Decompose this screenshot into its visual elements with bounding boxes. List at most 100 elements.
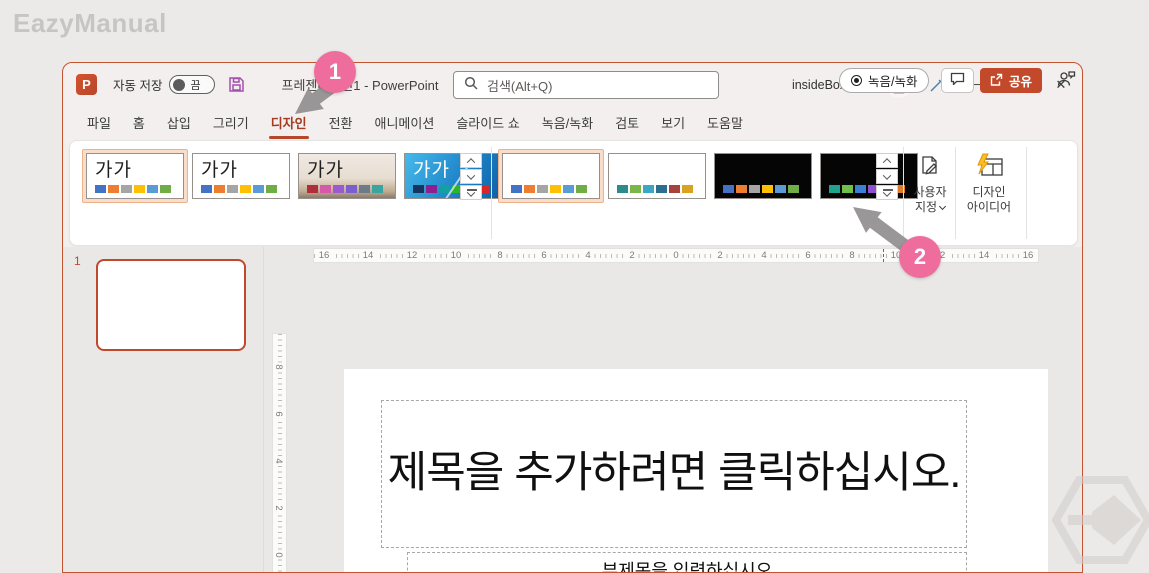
document-title: 프레젠테이션1 - PowerPoint (281, 78, 439, 93)
comment-icon (950, 72, 965, 90)
h-ruler-number: 6 (802, 250, 814, 261)
toggle-knob (173, 78, 186, 91)
share-button[interactable]: 공유 (980, 68, 1043, 93)
v-ruler-number: 0 (273, 550, 285, 560)
h-ruler-number: 12 (403, 250, 421, 261)
record-button-label: 녹음/녹화 (868, 75, 918, 89)
tab-파일[interactable]: 파일 (76, 106, 122, 141)
theme-thumbnail-label: 가가 (413, 160, 450, 181)
tab-홈[interactable]: 홈 (122, 106, 156, 141)
customize-button[interactable]: 사용자 지정 (906, 155, 954, 215)
tab-애니메이션[interactable]: 애니메이션 (364, 106, 446, 141)
variants-more-button[interactable] (876, 185, 898, 200)
customize-label-2: 지정 (914, 200, 938, 214)
theme-thumbnail-4[interactable]: 가가 (404, 153, 502, 199)
comments-button[interactable] (941, 68, 974, 93)
tab-삽입[interactable]: 삽입 (156, 106, 202, 141)
theme-color-swatches (617, 185, 693, 193)
variant-thumbnail-3[interactable] (714, 153, 812, 199)
titlebar: P 자동 저장 끔 프레젠테이션1 - PowerPoint 검색(Alt+Q)… (63, 63, 1082, 106)
autosave-control: 자동 저장 끔 (113, 75, 216, 94)
h-ruler-number: 2 (626, 250, 638, 261)
variants-scroll-up[interactable] (876, 153, 898, 168)
share-button-label: 공유 (1009, 75, 1033, 89)
subtitle-placeholder-text: 부제목을 입력하십시오 (601, 561, 773, 573)
variant-thumbnail-1[interactable] (502, 153, 600, 199)
theme-thumbnail-1[interactable]: 가가 (86, 153, 184, 199)
h-ruler-number: 4 (758, 250, 770, 261)
h-ruler-number: 16 (315, 250, 333, 261)
record-dot-icon (851, 75, 862, 86)
slide-canvas[interactable]: 제목을 추가하려면 클릭하십시오. 부제목을 입력하십시오 (344, 369, 1048, 573)
design-ideas-label-1: 디자인 (972, 185, 1006, 199)
save-icon[interactable] (228, 76, 245, 93)
search-icon (464, 76, 478, 95)
v-ruler-number: 8 (273, 362, 285, 372)
design-ribbon: 가가가가가가가가 테마 적용 (69, 140, 1078, 310)
powerpoint-window: P 자동 저장 끔 프레젠테이션1 - PowerPoint 검색(Alt+Q)… (62, 62, 1083, 573)
h-ruler-number: 4 (582, 250, 594, 261)
themes-scroll-down[interactable] (460, 169, 482, 184)
tab-그리기[interactable]: 그리기 (202, 106, 260, 141)
themes-scroll-up[interactable] (460, 153, 482, 168)
h-ruler-number: 10 (447, 250, 465, 261)
chevron-down-icon (939, 202, 947, 211)
theme-thumbnail-label: 가가 (201, 160, 238, 181)
horizontal-ruler: 16 14 12 10 8 6 4 2 0 2 4 6 8 10 12 14 16 (313, 248, 1039, 263)
present-to-people-button[interactable] (1051, 68, 1081, 93)
theme-thumbnail-3[interactable]: 가가 (298, 153, 396, 199)
search-placeholder: 검색(Alt+Q) (487, 78, 553, 94)
theme-thumbnail-label: 가가 (307, 160, 344, 181)
h-ruler-number: 8 (494, 250, 506, 261)
h-ruler-number: 6 (538, 250, 550, 261)
design-ideas-label-2: 아이디어 (966, 200, 1012, 214)
record-button[interactable]: 녹음/녹화 (839, 68, 930, 93)
autosave-label: 자동 저장 (113, 79, 163, 93)
subtitle-placeholder[interactable]: 부제목을 입력하십시오 (407, 552, 967, 573)
vertical-ruler: 8 6 4 2 0 (272, 333, 287, 572)
powerpoint-icon[interactable]: P (76, 74, 97, 95)
variant-thumbnail-2[interactable] (608, 153, 706, 199)
tab-슬라이드 쇼[interactable]: 슬라이드 쇼 (445, 106, 530, 141)
design-ideas-button[interactable]: 디자인 아이디어 (958, 153, 1020, 215)
themes-scroll (460, 153, 482, 201)
h-ruler-number: 16 (1019, 250, 1037, 261)
autosave-toggle[interactable]: 끔 (169, 75, 216, 94)
tab-전환[interactable]: 전환 (318, 106, 364, 141)
theme-thumbnail-label: 가가 (95, 160, 132, 181)
tab-디자인[interactable]: 디자인 (260, 106, 318, 141)
h-ruler-number: 14 (975, 250, 993, 261)
main-area: 1 16 14 12 10 8 6 4 2 0 2 4 6 8 10 12 14 16 8 6 4 2 0 제목을 추가… (63, 247, 1082, 572)
lightning-layout-icon (958, 153, 1020, 179)
customize-label-1: 사용자 (913, 185, 947, 199)
h-ruler-number: 12 (931, 250, 949, 261)
site-watermark: EazyManual (13, 8, 167, 38)
ribbon-tabs: 파일 홈 삽입 그리기 디자인 전환 애니메이션 슬라이드 쇼 녹음/녹화 검토 보기 도움말 (63, 106, 1082, 140)
v-ruler-number: 2 (273, 503, 285, 513)
tab-보기[interactable]: 보기 (650, 106, 696, 141)
theme-thumbnail-2[interactable]: 가가 (192, 153, 290, 199)
h-ruler-number: 8 (846, 250, 858, 261)
share-icon (990, 73, 1003, 89)
theme-thumbnail-selected-highlight: 가가 (82, 149, 188, 203)
tab-녹음/녹화[interactable]: 녹음/녹화 (531, 106, 604, 141)
h-ruler-number: 0 (670, 250, 682, 261)
slide-thumbnail[interactable] (96, 259, 246, 351)
themes-more-button[interactable] (460, 185, 482, 200)
autosave-state: 끔 (190, 79, 201, 92)
v-ruler-number: 6 (273, 409, 285, 419)
slide-number: 1 (74, 254, 81, 268)
person-comment-icon (1057, 70, 1076, 92)
variants-scroll-down[interactable] (876, 169, 898, 184)
tab-검토[interactable]: 검토 (604, 106, 650, 141)
search-input[interactable]: 검색(Alt+Q) (453, 71, 719, 99)
theme-color-swatches (201, 185, 277, 193)
document-pencil-icon (906, 155, 954, 179)
h-ruler-number: 10 (887, 250, 905, 261)
title-placeholder[interactable]: 제목을 추가하려면 클릭하십시오. (381, 400, 967, 548)
h-ruler-number: 2 (714, 250, 726, 261)
v-ruler-number: 4 (273, 456, 285, 466)
tab-도움말[interactable]: 도움말 (696, 106, 754, 141)
theme-color-swatches (307, 185, 383, 193)
title-placeholder-text: 제목을 추가하려면 클릭하십시오. (387, 449, 962, 498)
